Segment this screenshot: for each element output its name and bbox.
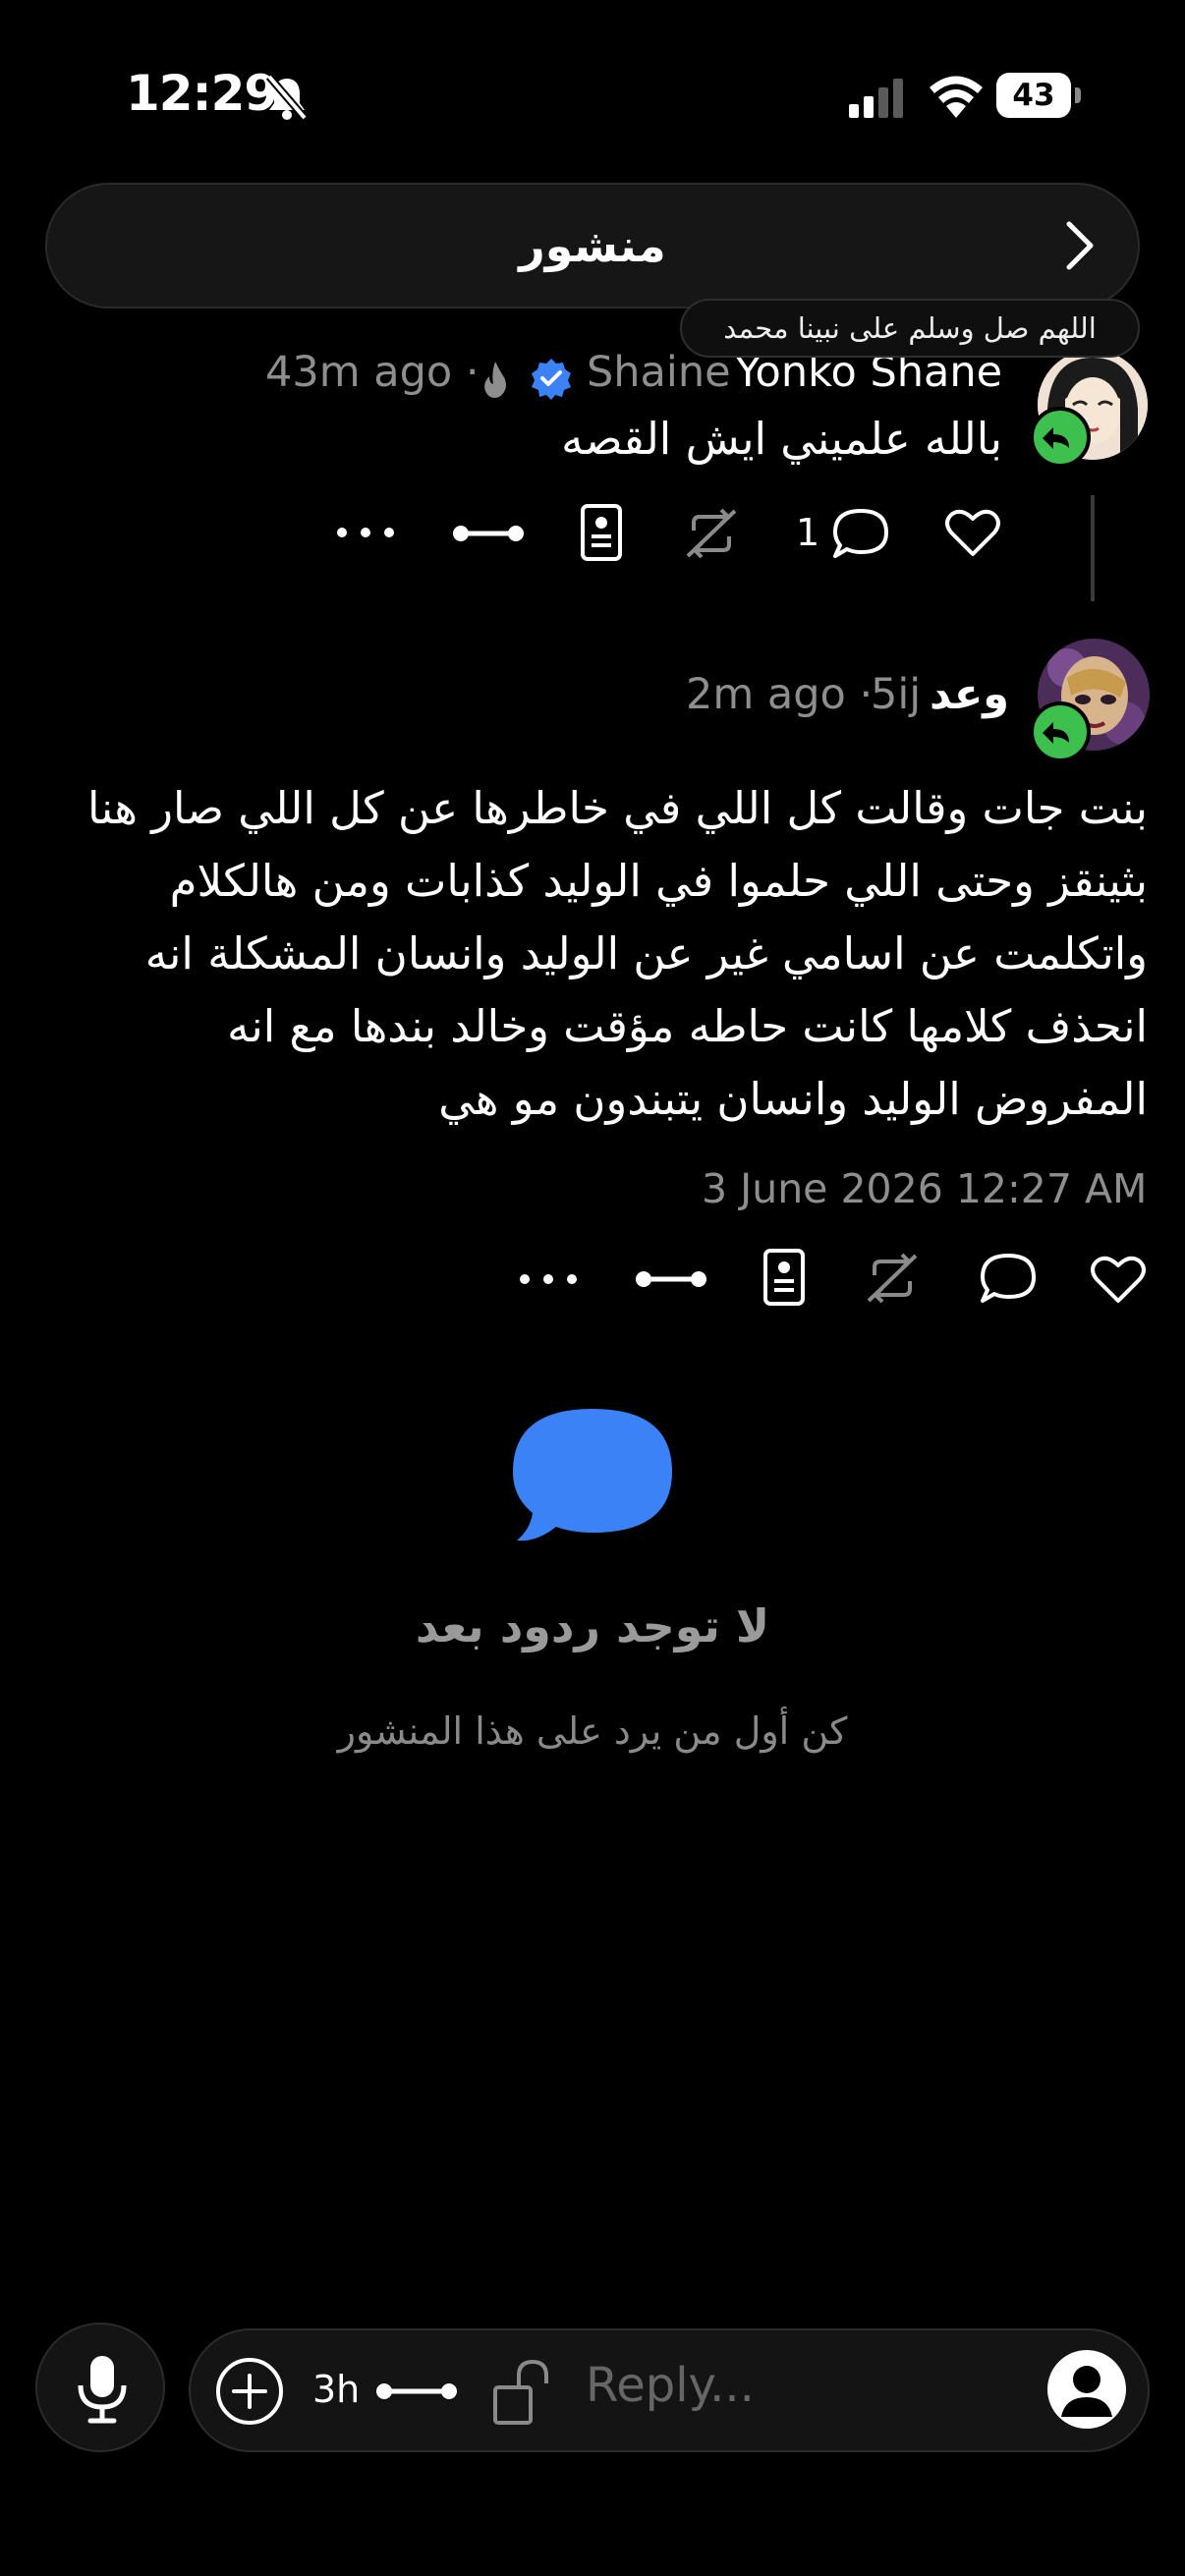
add-circle-icon[interactable] [214,2356,285,2427]
more-icon[interactable] [517,1269,580,1289]
repost-disabled-icon[interactable] [863,1250,922,1307]
id-card-icon[interactable] [762,1248,806,1307]
bell-muted-icon [263,73,310,122]
verified-badge-icon [530,357,573,400]
microphone-button[interactable] [35,2323,165,2452]
post-text: بنت جات وقالت كل اللي في خاطرها عن كل ال… [86,782,1148,1125]
microphone-icon [78,2356,127,2424]
username[interactable]: 5ij [871,670,921,719]
status-time: 12:29 [126,65,278,122]
empty-state-title: لا توجد ردود بعد [415,1599,770,1652]
unlock-icon[interactable] [491,2358,554,2427]
post-text: بالله علميني ايش القصه [561,413,1002,465]
empty-state-subtitle: كن أول من يرد على هذا المنشور [337,1709,848,1753]
post-timestamp: 2m ago · [686,670,874,719]
slider-dots-icon[interactable] [452,519,525,548]
cellular-signal-icon [847,79,906,118]
flame-icon [480,360,510,399]
reply-input[interactable]: Reply... [586,2358,755,2413]
post-full-date: 3 June 2026 12:27 AM [702,1165,1148,1212]
tooltip: اللهم صل وسلم على نبينا محمد [680,299,1140,358]
like-icon[interactable] [1091,1254,1146,1305]
battery-icon: 43 [996,73,1081,120]
thread-line [1091,495,1095,601]
reply-count: 1 [796,511,820,554]
page-title: منشور [519,219,666,272]
like-icon[interactable] [945,507,1000,558]
chat-bubble-icon [509,1405,676,1544]
comment-icon[interactable] [979,1252,1038,1305]
comment-icon[interactable] [831,507,890,560]
wifi-icon [928,73,985,118]
battery-level: 43 [996,73,1071,118]
repost-badge-icon [1030,701,1091,762]
post-timestamp: 43m ago · [265,348,480,397]
more-icon[interactable] [334,523,397,542]
chevron-right-icon[interactable] [1053,216,1106,275]
id-card-icon[interactable] [580,503,623,562]
slider-dots-icon[interactable] [635,1264,707,1294]
timer-label[interactable]: 3h [312,2368,360,2411]
repost-disabled-icon[interactable] [682,505,741,562]
display-name[interactable]: وعد [930,670,1009,719]
repost-badge-icon [1030,407,1091,468]
slider-dots-icon[interactable] [375,2377,458,2406]
user-avatar-icon[interactable] [1047,2350,1126,2429]
